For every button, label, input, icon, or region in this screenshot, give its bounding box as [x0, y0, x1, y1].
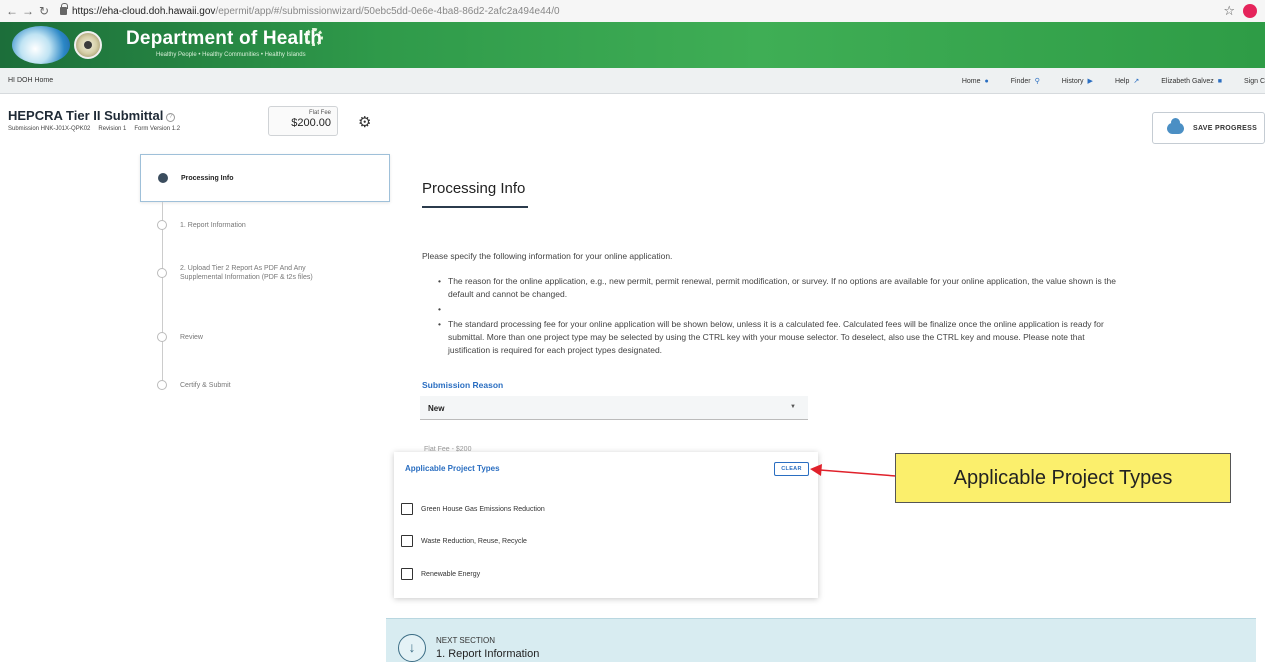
step-indicator	[157, 220, 167, 230]
forward-arrow-icon[interactable]: →	[20, 4, 36, 18]
reload-icon[interactable]: ↻	[36, 4, 52, 18]
nav-help[interactable]: Help ↗	[1114, 77, 1140, 86]
step-indicator	[158, 173, 168, 183]
department-tagline: Healthy People • Healthy Communities • H…	[156, 52, 306, 58]
step-upload-report[interactable]: 2. Upload Tier 2 Report As PDF And Any S…	[140, 250, 390, 314]
nav-sign-out[interactable]: Sign C	[1244, 77, 1265, 85]
step-processing-info[interactable]: Processing Info	[140, 154, 390, 202]
history-icon: ▶	[1087, 78, 1093, 85]
submission-meta: Submission HNK-J01X-QPK02 Revision 1 For…	[8, 126, 188, 132]
option-label: Waste Reduction, Reuse, Recycle	[421, 537, 527, 545]
step-indicator	[157, 380, 167, 390]
annotation-arrow	[810, 464, 897, 477]
state-seal-icon	[74, 31, 102, 59]
back-arrow-icon[interactable]: ←	[4, 4, 20, 18]
intro-text: Please specify the following information…	[422, 251, 673, 261]
step-report-information[interactable]: 1. Report Information	[140, 202, 390, 250]
annotation-callout: Applicable Project Types	[895, 453, 1231, 503]
lock-icon	[60, 3, 68, 15]
nav-home[interactable]: Home ●	[962, 77, 989, 85]
option-waste-reduction[interactable]: Waste Reduction, Reuse, Recycle	[401, 535, 527, 547]
nav-home-label: Home	[961, 77, 981, 85]
submission-reason-label: Submission Reason	[422, 380, 504, 390]
instructions-list: The reason for the online application, e…	[438, 275, 1128, 359]
department-title[interactable]: Department of Health	[126, 28, 322, 50]
bookmark-star-icon[interactable]: ☆	[1223, 3, 1235, 19]
nav-sign-out-label: Sign C	[1243, 77, 1265, 85]
instruction-item	[438, 303, 1128, 316]
nav-history-label: History	[1061, 77, 1084, 85]
url-host: https://eha-cloud.doh.hawaii.gov	[72, 5, 216, 17]
submission-id: Submission HNK-J01X-QPK02	[8, 126, 91, 132]
site-banner: Department of Health Healthy People • He…	[0, 22, 1265, 68]
top-navigation: HI DOH Home Home ● Finder ⚲ History ▶ Help ↗…	[0, 68, 1265, 94]
step-indicator	[157, 332, 167, 342]
step-connector	[162, 250, 163, 314]
page-title: HEPCRA Tier II Submittal?	[8, 108, 176, 123]
step-certify-submit[interactable]: Certify & Submit	[140, 362, 390, 410]
caret-down-icon: ▼	[790, 404, 796, 410]
wizard-steps: Processing Info 1. Report Information 2.…	[140, 154, 390, 410]
form-version: Form Version 1.2	[134, 126, 181, 132]
help-circle-icon[interactable]: ?	[166, 113, 176, 122]
save-progress-button[interactable]: SAVE PROGRESS	[1152, 112, 1265, 144]
option-label: Green House Gas Emissions Reduction	[421, 505, 545, 513]
instruction-item: The standard processing fee for your onl…	[438, 318, 1128, 357]
revision: Revision 1	[98, 126, 127, 132]
step-label: Certify & Submit	[180, 382, 231, 389]
next-section-title: 1. Report Information	[436, 648, 540, 660]
nav-menu: Home ● Finder ⚲ History ▶ Help ↗ Elizabeth G…	[962, 77, 1265, 86]
checkbox[interactable]	[401, 503, 413, 515]
browser-toolbar: ← → ↻ https://eha-cloud.doh.hawaii.gov /…	[0, 0, 1265, 22]
step-label: Processing Info	[181, 175, 234, 182]
nav-history[interactable]: History ▶	[1061, 77, 1093, 86]
instruction-item: The reason for the online application, e…	[438, 275, 1128, 301]
nav-user-label: Elizabeth Galvez	[1161, 77, 1214, 85]
section-title-underline	[422, 206, 528, 208]
submission-reason-select[interactable]: New ▼	[420, 396, 808, 420]
step-indicator	[157, 268, 167, 278]
project-types-panel: Applicable Project Types CLEAR Green Hou…	[394, 452, 818, 598]
fee-badge: Flat Fee $200.00	[268, 106, 338, 136]
option-renewable-energy[interactable]: Renewable Energy	[401, 568, 480, 580]
step-label: 2. Upload Tier 2 Report As PDF And Any S…	[180, 265, 313, 281]
step-review[interactable]: Review	[140, 314, 390, 362]
home-icon: ●	[984, 77, 989, 85]
option-ghg-reduction[interactable]: Green House Gas Emissions Reduction	[401, 503, 545, 515]
checkbox[interactable]	[401, 568, 413, 580]
nav-finder[interactable]: Finder ⚲	[1010, 77, 1040, 86]
search-icon: ⚲	[1034, 78, 1040, 85]
checkbox[interactable]	[401, 535, 413, 547]
flower-icon	[305, 28, 323, 46]
doh-home-link[interactable]: HI DOH Home	[8, 77, 53, 84]
next-section-bar[interactable]: ↓ NEXT SECTION 1. Report Information	[386, 618, 1256, 662]
submission-title: HEPCRA Tier II Submittal	[8, 108, 164, 123]
project-types-title: Applicable Project Types	[405, 464, 500, 473]
step-label: Review	[180, 334, 203, 341]
option-label: Renewable Energy	[421, 570, 481, 578]
nav-user[interactable]: Elizabeth Galvez ■	[1161, 77, 1222, 85]
profile-avatar[interactable]	[1243, 4, 1257, 18]
cloud-icon	[1167, 117, 1184, 134]
user-icon: ■	[1217, 77, 1222, 85]
external-link-icon: ↗	[1133, 78, 1140, 85]
section-title: Processing Info	[422, 180, 526, 197]
fee-value: $200.00	[291, 117, 331, 129]
gear-icon[interactable]: ⚙	[358, 113, 371, 131]
submission-reason-value: New	[428, 404, 445, 413]
next-section-label: NEXT SECTION	[436, 636, 495, 645]
fee-label: Flat Fee	[308, 110, 331, 116]
step-label: 1. Report Information	[180, 222, 246, 229]
nav-finder-label: Finder	[1010, 77, 1031, 85]
wave-logo-icon	[12, 26, 70, 64]
arrow-down-circle-icon: ↓	[398, 634, 426, 662]
save-progress-label: SAVE PROGRESS	[1193, 124, 1258, 132]
address-bar[interactable]: https://eha-cloud.doh.hawaii.gov /epermi…	[60, 3, 560, 19]
url-path: /epermit/app/#/submissionwizard/50ebc5dd…	[215, 5, 560, 17]
clear-button[interactable]: CLEAR	[774, 462, 809, 476]
nav-help-label: Help	[1114, 77, 1130, 85]
